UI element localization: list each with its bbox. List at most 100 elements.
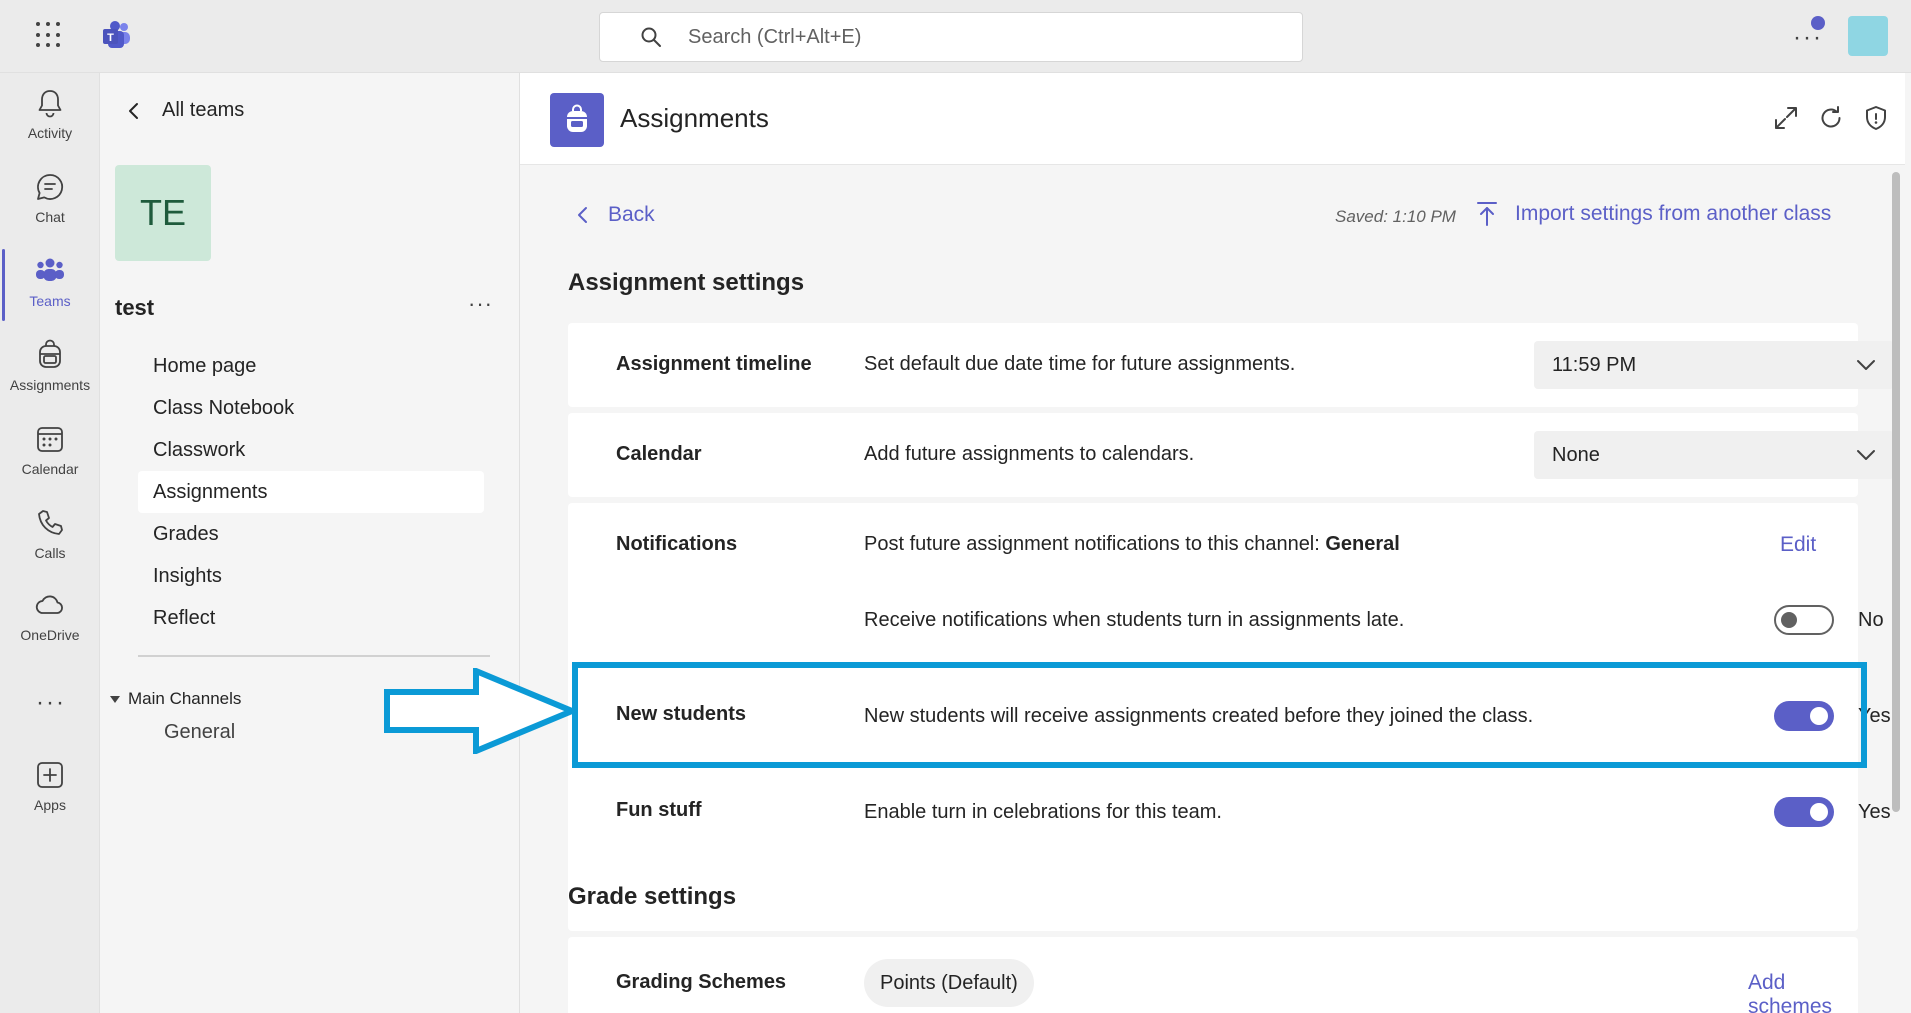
- search-icon: [641, 27, 661, 47]
- panel-divider: [138, 655, 490, 657]
- search-bar[interactable]: [599, 12, 1303, 62]
- team-nav-home-page[interactable]: Home page: [138, 345, 484, 387]
- rail-label: Assignments: [9, 377, 91, 393]
- team-panel: All teams TE test ··· Home page Class No…: [100, 73, 520, 1013]
- rail-label: OneDrive: [20, 627, 80, 643]
- back-label: Back: [608, 203, 655, 226]
- phone-icon: [38, 510, 63, 535]
- import-settings-label: Import settings from another class: [1515, 202, 1832, 225]
- search-input[interactable]: [688, 25, 1248, 49]
- assignment-settings-heading: Assignment settings: [568, 269, 805, 296]
- page-title: Assignments: [620, 103, 769, 133]
- toggle-knob: [1781, 612, 1797, 628]
- calendar-dropdown[interactable]: None: [1534, 431, 1894, 479]
- rail-more-icon[interactable]: ···: [36, 689, 66, 717]
- notifications-desc-text: Post future assignment notifications to …: [864, 533, 1326, 555]
- assignment-timeline-label: Assignment timeline: [616, 353, 812, 375]
- due-time-value: 11:59 PM: [1552, 353, 1637, 376]
- team-avatar: TE: [115, 165, 211, 261]
- team-more-options-icon[interactable]: ···: [468, 291, 493, 317]
- import-settings-button[interactable]: Import settings from another class: [1475, 201, 1831, 227]
- calendar-value: None: [1552, 443, 1600, 466]
- calendar-icon: [37, 427, 63, 452]
- rail-item-teams[interactable]: Teams: [0, 249, 100, 325]
- chevron-down-icon: [1857, 360, 1875, 370]
- all-teams-label: All teams: [162, 99, 245, 121]
- main-channels-label: Main Channels: [128, 689, 242, 708]
- fun-stuff-label: Fun stuff: [616, 799, 702, 821]
- rail-item-apps[interactable]: Apps: [0, 759, 100, 829]
- app-rail: Activity Chat Teams Assignments Calendar…: [0, 73, 100, 1013]
- rail-label: Activity: [27, 125, 73, 141]
- rail-label: Chat: [35, 209, 65, 225]
- notification-badge: [1811, 16, 1825, 30]
- backpack-icon: [567, 104, 587, 132]
- team-nav-insights[interactable]: Insights: [138, 555, 484, 597]
- chevron-left-icon: [578, 207, 587, 223]
- bell-icon: [38, 90, 62, 118]
- new-students-toggle[interactable]: [1774, 701, 1834, 731]
- team-nav-class-notebook[interactable]: Class Notebook: [138, 387, 484, 429]
- grading-scheme-pill[interactable]: Points (Default): [864, 959, 1034, 1007]
- all-teams-back-button[interactable]: All teams: [124, 99, 244, 122]
- grade-settings-heading: Grade settings: [568, 883, 737, 910]
- rail-label: Calls: [34, 545, 66, 561]
- rail-item-calendar[interactable]: Calendar: [0, 423, 100, 493]
- edit-channel-link[interactable]: Edit: [1780, 533, 1816, 557]
- scrollbar[interactable]: [1888, 170, 1902, 1013]
- late-notifications-desc: Receive notifications when students turn…: [864, 609, 1405, 631]
- main-content: Assignments Back Saved: 1:10 PM Import s…: [520, 73, 1911, 1013]
- team-nav-list: Home page Class Notebook Classwork Assig…: [138, 345, 484, 639]
- expand-icon[interactable]: [1773, 105, 1799, 131]
- notifications-channel: General: [1325, 533, 1400, 555]
- due-time-dropdown[interactable]: 11:59 PM: [1534, 341, 1894, 389]
- toggle-knob: [1810, 707, 1828, 725]
- rail-label: Teams: [29, 293, 71, 309]
- fun-stuff-toggle[interactable]: [1774, 797, 1834, 827]
- backpack-icon: [39, 339, 61, 368]
- app-launcher-icon[interactable]: [36, 22, 62, 48]
- svg-text:T: T: [107, 32, 114, 44]
- avatar[interactable]: [1848, 16, 1888, 56]
- assignment-timeline-desc: Set default due date time for future ass…: [864, 353, 1296, 375]
- channel-general[interactable]: General: [164, 721, 235, 744]
- team-nav-assignments[interactable]: Assignments: [138, 471, 484, 513]
- annotation-arrow: [384, 668, 578, 754]
- calendar-label: Calendar: [616, 443, 702, 465]
- saved-status: Saved: 1:10 PM: [1335, 207, 1456, 226]
- top-bar: T ···: [0, 0, 1911, 73]
- rail-item-onedrive[interactable]: OneDrive: [0, 589, 100, 659]
- grading-schemes-label: Grading Schemes: [616, 971, 787, 993]
- refresh-icon[interactable]: [1818, 105, 1844, 131]
- rail-item-activity[interactable]: Activity: [0, 87, 100, 157]
- team-nav-reflect[interactable]: Reflect: [138, 597, 484, 639]
- late-notifications-toggle[interactable]: [1774, 605, 1834, 635]
- notifications-desc: Post future assignment notifications to …: [864, 533, 1400, 556]
- team-name: test: [115, 295, 155, 320]
- grading-schemes-card: Grading Schemes Points (Default) Add sch…: [568, 937, 1858, 1013]
- late-notifications-state: No: [1858, 609, 1884, 631]
- calendar-desc: Add future assignments to calendars.: [864, 443, 1195, 465]
- rail-item-chat[interactable]: Chat: [0, 171, 100, 241]
- main-channels-toggle[interactable]: Main Channels: [110, 689, 241, 709]
- chevron-left-icon: [129, 102, 138, 119]
- team-nav-grades[interactable]: Grades: [138, 513, 484, 555]
- add-square-icon: [37, 762, 63, 788]
- chevron-down-icon: [1857, 450, 1875, 460]
- rail-label: Calendar: [21, 461, 79, 477]
- rail-item-assignments[interactable]: Assignments: [0, 339, 100, 409]
- add-schemes-link[interactable]: Add schemes: [1748, 971, 1858, 1013]
- assignment-timeline-card: Assignment timeline Set default due date…: [568, 323, 1894, 407]
- calendar-card: Calendar Add future assignments to calen…: [568, 413, 1894, 497]
- new-students-label: New students: [616, 703, 747, 725]
- new-students-desc: New students will receive assignments cr…: [864, 705, 1534, 727]
- rail-item-calls[interactable]: Calls: [0, 507, 100, 577]
- new-students-state: Yes: [1858, 705, 1891, 727]
- team-nav-classwork[interactable]: Classwork: [138, 429, 484, 471]
- toggle-knob: [1810, 803, 1828, 821]
- rail-label: Apps: [34, 797, 66, 813]
- back-button[interactable]: Back: [574, 203, 655, 227]
- scrollbar-thumb[interactable]: [1892, 172, 1900, 812]
- arrow-upload-icon: [1477, 202, 1497, 226]
- shield-icon[interactable]: [1863, 105, 1889, 131]
